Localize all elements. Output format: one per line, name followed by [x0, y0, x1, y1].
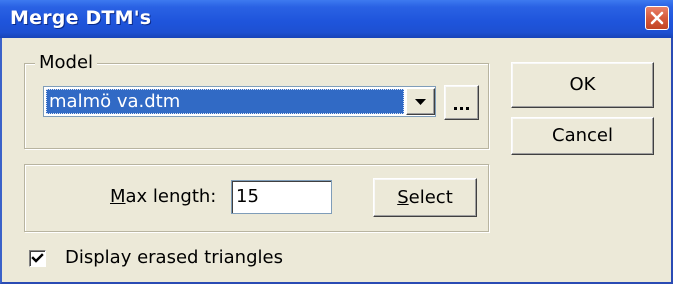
max-length-mnemonic: M — [110, 186, 126, 207]
display-erased-checkbox[interactable] — [29, 250, 46, 267]
select-mnemonic: S — [397, 187, 409, 208]
display-erased-label[interactable]: Display erased triangles — [65, 247, 283, 269]
window-title: Merge DTM's — [10, 7, 152, 29]
select-button[interactable]: Select — [373, 178, 477, 217]
combobox-dropdown-button[interactable] — [406, 88, 435, 115]
model-combobox-value: malmö va.dtm — [46, 89, 404, 114]
max-length-label: Max length: — [110, 186, 216, 208]
max-length-input[interactable]: 15 — [231, 180, 332, 214]
ok-button[interactable]: OK — [511, 62, 654, 108]
close-button[interactable] — [645, 6, 669, 30]
merge-dtm-dialog: Merge DTM's Model malmö va.dtm OK Cancel… — [0, 0, 673, 284]
max-length-value: 15 — [236, 186, 259, 207]
model-combobox[interactable]: malmö va.dtm — [43, 86, 436, 117]
cancel-button[interactable]: Cancel — [511, 117, 654, 155]
select-label-rest: elect — [408, 187, 453, 208]
model-group-legend: Model — [35, 52, 98, 74]
titlebar[interactable]: Merge DTM's — [0, 0, 673, 38]
max-length-label-rest: ax length: — [125, 186, 217, 207]
browse-button[interactable] — [444, 85, 479, 120]
